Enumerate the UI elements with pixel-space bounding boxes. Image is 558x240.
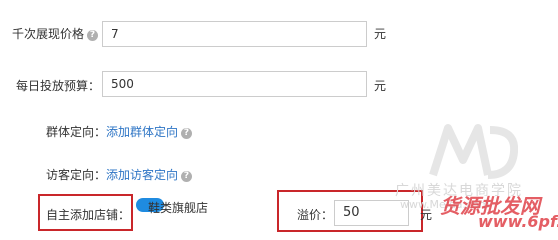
help-icon[interactable]: ? [181,171,193,182]
watermark-logo-icon [428,120,519,180]
help-icon[interactable]: ? [87,30,98,41]
watermark-text-4: www.6pf.cn [478,212,558,231]
premium-input[interactable]: 50 [334,200,409,226]
add-visitor-targeting-link[interactable]: 添加访客定向 [106,168,178,182]
premium-label: 溢价： [297,208,334,222]
crowd-label: 群体定向： [46,125,107,139]
shop-name: 鞋类旗舰店 [148,201,209,215]
budget-input[interactable]: 500 [102,71,367,97]
cpm-unit: 元 [374,27,387,41]
add-crowd-targeting-link[interactable]: 添加群体定向 [106,125,178,139]
visitor-targeting-row: 访客定向：添加访客定向? [46,166,193,183]
crowd-targeting-row: 群体定向：添加群体定向? [46,123,193,140]
budget-unit: 元 [374,79,387,93]
cpm-input[interactable]: 7 [102,21,367,47]
budget-label: 每日投放预算： [15,79,100,93]
cpm-label-text: 千次展现价格 [11,27,84,41]
shop-label: 自主添加店铺： [46,208,131,222]
visitor-label: 访客定向： [46,168,107,182]
cpm-label: 千次展现价格? [0,25,98,42]
help-icon[interactable]: ? [181,128,193,139]
